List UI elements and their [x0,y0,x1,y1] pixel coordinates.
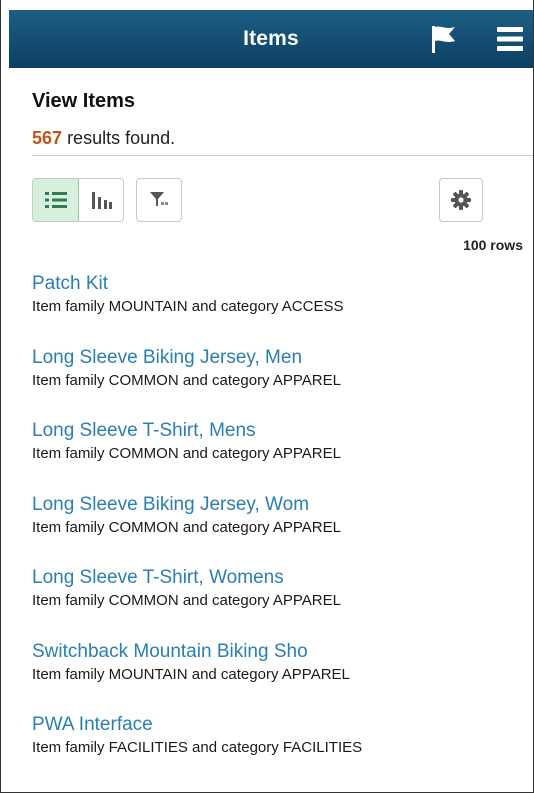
chart-view-icon [91,192,112,209]
item-name-link[interactable]: PWA Interface [32,713,512,737]
item-description: Item family MOUNTAIN and category ACCESS [32,298,344,315]
item-name-link[interactable]: Long Sleeve Biking Jersey, Men [32,346,512,370]
item-name-link[interactable]: Long Sleeve Biking Jersey, Wom [32,493,512,517]
settings-button[interactable] [439,178,483,222]
item-description: Item family COMMON and category APPAREL [32,371,341,389]
hamburger-menu-icon [497,27,523,51]
list-view-icon [44,192,67,208]
list-item[interactable]: Long Sleeve T-Shirt, Mens Item family CO… [32,419,512,493]
item-description: Item family COMMON and category APPAREL [32,592,341,609]
item-description: Item family FACILITIES and category FACI… [32,739,363,756]
filter-button[interactable] [136,178,182,222]
item-name-link[interactable]: Patch Kit [32,272,512,296]
list-item[interactable]: Long Sleeve T-Shirt, Womens Item family … [32,566,512,640]
page-title: View Items [32,90,136,112]
item-name-link[interactable]: Switchback Mountain Biking Sho [32,640,512,664]
item-description: Item family COMMON and category APPAREL [32,445,341,462]
item-description: Item family COMMON and category APPAREL [32,518,341,536]
list-item[interactable]: PWA Interface Item family FACILITIES and… [32,713,512,787]
divider [32,155,533,156]
list-item[interactable]: Long Sleeve Biking Jersey, Wom Item fami… [32,493,512,567]
item-list: Patch Kit Item family MOUNTAIN and categ… [32,272,512,787]
list-item[interactable]: Long Sleeve Biking Jersey, Men Item fami… [32,346,512,420]
gear-icon [451,190,471,210]
results-count: 567 [32,128,63,148]
list-item[interactable]: Switchback Mountain Biking Sho Item fami… [32,640,512,714]
chart-view-button[interactable] [79,179,123,221]
hamburger-menu-button[interactable] [495,24,527,54]
item-name-link[interactable]: Long Sleeve T-Shirt, Womens [32,566,512,590]
app-frame: Items View Items 567 results found. 100 … [0,0,534,793]
item-name-link[interactable]: Long Sleeve T-Shirt, Mens [32,419,512,443]
flag-button[interactable] [427,23,459,55]
list-view-button[interactable] [33,179,79,221]
results-summary: 567 results found. [32,128,175,149]
filter-icon [150,192,168,206]
app-header: Items [9,10,533,68]
rows-count-label: 100 rows [463,237,523,253]
view-toggle-group [32,178,124,222]
list-item[interactable]: Patch Kit Item family MOUNTAIN and categ… [32,272,512,346]
results-text: results found. [67,128,176,148]
flag-icon [432,26,455,53]
item-description: Item family MOUNTAIN and category APPARE… [32,665,350,683]
